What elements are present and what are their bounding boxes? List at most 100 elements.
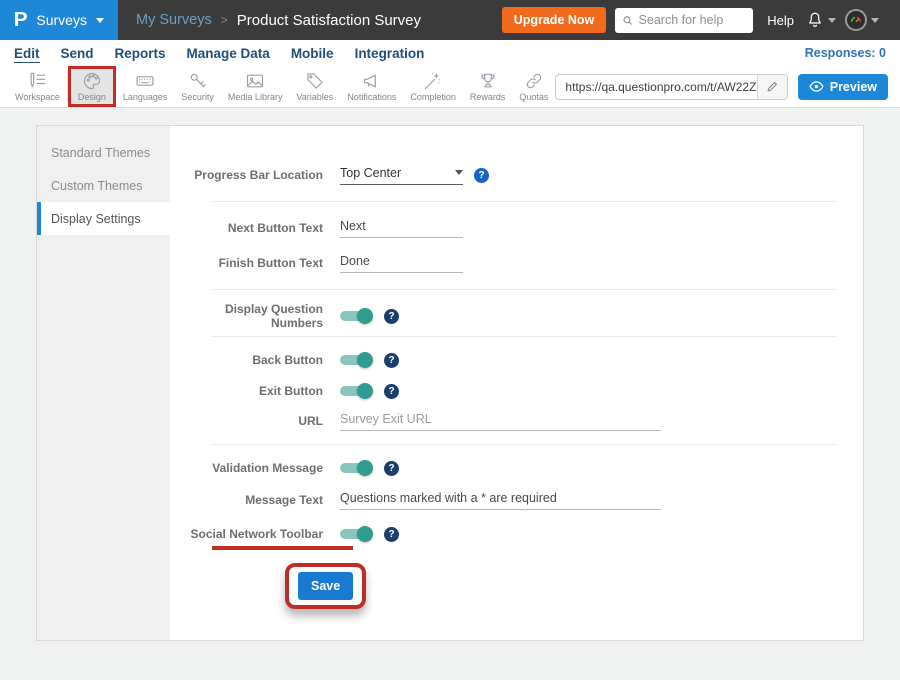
validation-message-row: Validation Message ?	[170, 453, 863, 483]
tab-integration[interactable]: Integration	[355, 46, 425, 61]
chevron-down-icon	[455, 170, 463, 175]
workspace-pen-list-icon	[27, 71, 47, 91]
toolbar-variables[interactable]: Variables	[289, 66, 340, 107]
display-question-numbers-toggle[interactable]	[340, 308, 373, 324]
survey-title: Product Satisfaction Survey	[237, 12, 421, 29]
social-network-toolbar-toggle[interactable]	[340, 526, 373, 542]
survey-nav-tabs: Edit Send Reports Manage Data Mobile Int…	[0, 40, 900, 66]
display-settings-form: Progress Bar Location Top Center ? Next …	[170, 126, 863, 640]
responses-count[interactable]: Responses: 0	[805, 46, 886, 60]
toolbar-design[interactable]: Design	[68, 66, 116, 107]
tab-edit[interactable]: Edit	[14, 46, 40, 61]
tag-icon	[305, 71, 325, 91]
account-menu-button[interactable]	[845, 9, 879, 31]
back-button-label: Back Button	[170, 353, 323, 367]
sidebar-item-standard-themes[interactable]: Standard Themes	[37, 136, 170, 169]
exit-url-input[interactable]	[340, 412, 661, 431]
help-link[interactable]: Help	[767, 13, 794, 28]
chevron-down-icon	[871, 18, 879, 23]
help-icon[interactable]: ?	[474, 168, 489, 183]
progress-bar-location-row: Progress Bar Location Top Center ?	[170, 160, 863, 190]
sidebar-item-custom-themes[interactable]: Custom Themes	[37, 169, 170, 202]
toolbar-security[interactable]: Security	[174, 66, 221, 107]
chevron-down-icon	[828, 18, 836, 23]
social-network-toolbar-label: Social Network Toolbar	[170, 527, 323, 541]
back-button-row: Back Button ?	[170, 345, 863, 375]
top-bar: P Surveys My Surveys > Product Satisfact…	[0, 0, 900, 40]
toolbar-workspace[interactable]: Workspace	[8, 66, 67, 107]
help-icon[interactable]: ?	[384, 461, 399, 476]
themes-sidebar: Standard Themes Custom Themes Display Se…	[37, 126, 170, 640]
pencil-icon	[766, 80, 779, 93]
image-icon	[245, 71, 265, 91]
breadcrumb: My Surveys > Product Satisfaction Survey	[136, 12, 421, 29]
help-icon[interactable]: ?	[384, 527, 399, 542]
display-question-numbers-row: Display Question Numbers ?	[170, 301, 863, 331]
breadcrumb-my-surveys[interactable]: My Surveys	[136, 12, 212, 28]
toolbar-rewards[interactable]: Rewards	[463, 66, 513, 107]
red-underline-annotation	[212, 546, 353, 550]
next-button-text-input[interactable]	[340, 219, 463, 238]
chevron-down-icon	[96, 18, 104, 23]
eye-icon	[809, 81, 824, 92]
divider	[212, 444, 837, 445]
bell-icon	[806, 11, 824, 29]
display-settings-card: Standard Themes Custom Themes Display Se…	[36, 125, 864, 641]
design-palette-icon	[82, 71, 102, 91]
sidebar-item-display-settings[interactable]: Display Settings	[37, 202, 170, 235]
help-search-input[interactable]	[639, 13, 747, 27]
key-icon	[188, 71, 208, 91]
toolbar-notifications[interactable]: Notifications	[340, 66, 403, 107]
design-toolbar: Workspace Design Languages Security Medi…	[0, 66, 900, 108]
tab-send[interactable]: Send	[61, 46, 94, 61]
divider	[212, 336, 837, 337]
validation-message-toggle[interactable]	[340, 460, 373, 476]
toolbar-quotas[interactable]: Quotas	[512, 66, 555, 107]
magic-wand-icon	[423, 71, 443, 91]
surveys-app-menu[interactable]: P Surveys	[0, 0, 118, 40]
breadcrumb-separator: >	[221, 13, 228, 27]
validation-message-label: Validation Message	[170, 461, 323, 475]
finish-button-text-label: Finish Button Text	[170, 256, 323, 270]
trophy-icon	[478, 71, 498, 91]
exit-url-row: URL	[170, 406, 863, 436]
app-menu-label: Surveys	[36, 12, 87, 28]
help-search-box[interactable]	[615, 8, 753, 33]
tab-reports[interactable]: Reports	[115, 46, 166, 61]
notifications-bell-button[interactable]	[806, 11, 836, 29]
help-icon[interactable]: ?	[384, 384, 399, 399]
next-button-text-row: Next Button Text	[170, 213, 863, 243]
toolbar-languages[interactable]: Languages	[116, 66, 175, 107]
preview-button[interactable]: Preview	[798, 74, 888, 100]
display-question-numbers-label: Display Question Numbers	[170, 302, 323, 330]
help-icon[interactable]: ?	[384, 353, 399, 368]
exit-button-row: Exit Button ?	[170, 376, 863, 406]
back-button-toggle[interactable]	[340, 352, 373, 368]
upgrade-now-button[interactable]: Upgrade Now	[502, 7, 607, 33]
red-box-annotation: Save	[285, 563, 366, 609]
avatar	[845, 9, 867, 31]
social-network-toolbar-row: Social Network Toolbar ?	[170, 519, 863, 549]
message-text-label: Message Text	[170, 493, 323, 507]
edit-url-button[interactable]	[757, 75, 787, 99]
tab-mobile[interactable]: Mobile	[291, 46, 334, 61]
progress-bar-location-select[interactable]: Top Center	[340, 166, 463, 185]
survey-url-value[interactable]: https://qa.questionpro.com/t/AW22Zcq2J	[556, 80, 757, 94]
save-button[interactable]: Save	[298, 572, 353, 600]
finish-button-text-input[interactable]	[340, 254, 463, 273]
search-icon	[622, 14, 633, 27]
message-text-input[interactable]	[340, 491, 661, 510]
questionpro-logo: P	[14, 9, 28, 32]
exit-button-toggle[interactable]	[340, 383, 373, 399]
toolbar-media-library[interactable]: Media Library	[221, 66, 290, 107]
link-icon	[524, 71, 544, 91]
toolbar-completion[interactable]: Completion	[403, 66, 463, 107]
next-button-text-label: Next Button Text	[170, 221, 323, 235]
help-icon[interactable]: ?	[384, 309, 399, 324]
exit-url-label: URL	[170, 414, 323, 428]
progress-bar-location-label: Progress Bar Location	[170, 168, 323, 182]
message-text-row: Message Text	[170, 485, 863, 515]
megaphone-icon	[362, 71, 382, 91]
keyboard-icon	[135, 71, 155, 91]
tab-manage-data[interactable]: Manage Data	[187, 46, 270, 61]
